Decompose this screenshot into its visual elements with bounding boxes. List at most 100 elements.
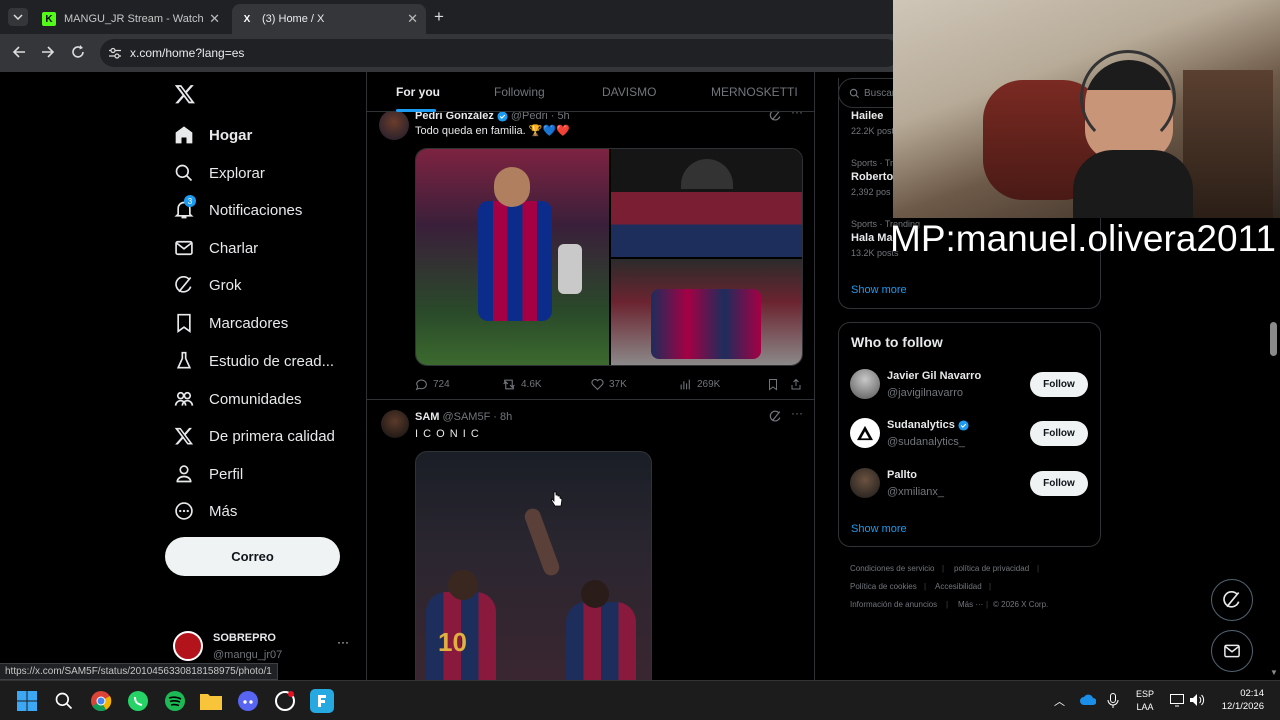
photo-player-trophy[interactable] [416,149,609,365]
follow-button[interactable]: Follow [1030,471,1088,496]
tab-kick-stream[interactable]: K MANGU_JR Stream - Watch Live ✕ [34,4,228,34]
person-body-shape [1073,150,1193,218]
show-hidden-icons[interactable]: ︿ [1054,693,1065,709]
trend-item[interactable]: Sports · Tr Roberto 2,392 pos [851,158,893,197]
x-logo-icon [173,425,195,447]
post-media-photo[interactable]: 10 [415,451,652,680]
app-icon[interactable] [273,689,297,713]
search-icon[interactable] [52,689,76,713]
footer-link[interactable]: Más ··· [958,600,983,609]
follow-suggestion[interactable]: Pallto @xmilianx_ Follow [839,462,1100,506]
discord-icon[interactable] [236,689,260,713]
microphone-icon[interactable] [1107,693,1119,709]
nav-item-premium[interactable]: De primera calidad [173,418,335,454]
footer-divider: | [1037,564,1040,573]
tab-mernosketti[interactable]: MERNOSKETTI [711,85,798,99]
nav-item-communities[interactable]: Comunidades [173,381,302,417]
tab-search-icon[interactable] [8,8,28,26]
onedrive-icon[interactable] [1080,694,1096,705]
forward-icon[interactable] [41,45,55,59]
new-tab-button[interactable]: + [434,7,444,27]
nav-item-bookmarks[interactable]: Marcadores [173,305,288,341]
notification-badge: 3 [184,195,196,207]
nav-item-notifications[interactable]: 3 Notificaciones [173,192,302,228]
reload-icon[interactable] [71,45,85,59]
clock[interactable]: 02:14 12/1/2026 [1216,687,1264,713]
windows-start-icon[interactable] [15,689,39,713]
chrome-icon[interactable] [89,689,113,713]
account-more-icon[interactable]: ··· [337,635,349,649]
grok-icon[interactable] [769,410,782,423]
flask-icon [173,350,195,372]
jersey-shape [478,201,552,321]
taskbar: ︿ ESP LAA 02:14 12/1/2026 [0,680,1280,720]
photo-team-celebration[interactable] [611,149,802,257]
photo-family[interactable] [611,259,802,365]
follow-show-more-link[interactable]: Show more [851,523,907,535]
nav-label: Charlar [209,239,259,257]
volume-icon[interactable] [1189,693,1205,707]
x-logo-icon[interactable] [174,83,196,105]
post-pedri[interactable]: Pedri González @Pedri · 5h ··· Todo qued… [367,102,814,400]
tab-for-you[interactable]: For you [396,85,440,99]
repost-button[interactable]: 4.6K [502,378,542,391]
footer-link[interactable]: Condiciones de servicio [850,564,935,573]
like-button[interactable]: 37K [591,378,627,391]
back-icon[interactable] [12,45,26,59]
nav-item-profile[interactable]: Perfil [173,456,243,492]
footer-link[interactable]: Información de anuncios [850,600,937,609]
footer-link[interactable]: política de privacidad [954,564,1029,573]
follow-suggestion[interactable]: Sudanalytics @sudanalytics_ Follow [839,412,1100,456]
whatsapp-icon[interactable] [126,689,150,713]
post-button[interactable]: Correo [165,537,340,576]
who-to-follow-title: Who to follow [851,334,943,350]
follow-button[interactable]: Follow [1030,421,1088,446]
bookmark-icon[interactable] [767,378,779,391]
tab-x-home[interactable]: X (3) Home / X ✕ [232,4,426,34]
mail-icon [173,237,195,259]
nav-item-messages[interactable]: Charlar [173,230,258,266]
network-icon[interactable] [1170,694,1184,707]
post-sam[interactable]: SAM @SAM5F · 8h ··· I C O N I C 10 [367,401,814,680]
file-explorer-icon[interactable] [199,689,223,713]
spotify-icon[interactable] [163,689,187,713]
scroll-down-icon[interactable]: ▼ [1270,668,1278,677]
trends-show-more-link[interactable]: Show more [851,284,907,296]
views-button[interactable]: 269K [679,378,720,391]
copyright-text: © 2026 X Corp. [993,600,1049,609]
user-handle: @javigilnavarro [887,387,963,399]
nav-item-home[interactable]: Hogar [173,117,252,153]
follow-suggestion[interactable]: Javier Gil Navarro @javigilnavarro Follo… [839,363,1100,407]
nav-item-more[interactable]: Más [173,493,237,529]
scrollbar-thumb[interactable] [1270,322,1277,356]
reply-button[interactable]: 724 [415,378,450,391]
account-switcher[interactable]: SOBREPRO @mangu_jr07 ··· [173,631,353,667]
trend-item[interactable]: Hailee 22.2K posts [851,110,899,136]
nav-item-explore[interactable]: Explorar [173,155,265,191]
tab-davismo[interactable]: DAVISMO [602,85,656,99]
language-indicator[interactable]: ESP LAA [1136,688,1154,714]
app-icon[interactable] [310,689,334,713]
post-time: · 8h [493,411,513,423]
url-text: x.com/home?lang=es [130,46,245,60]
site-info-icon[interactable] [109,47,121,59]
nav-item-creator-studio[interactable]: Estudio de cread... [173,343,334,379]
share-icon[interactable] [790,378,802,391]
post-more-icon[interactable]: ··· [791,406,803,420]
user-name: Javier Gil Navarro [887,370,982,382]
address-bar[interactable]: x.com/home?lang=es [100,39,900,67]
tab-following[interactable]: Following [494,85,545,99]
nav-item-grok[interactable]: Grok [173,267,242,303]
footer-link[interactable]: Política de cookies [850,582,917,591]
grok-float-button[interactable] [1211,579,1253,621]
post-media-grid[interactable] [415,148,803,366]
kick-favicon-icon: K [42,12,56,26]
follow-button[interactable]: Follow [1030,372,1088,397]
clock-time: 02:14 [1240,688,1264,699]
trend-posts: 2,392 pos [851,187,891,197]
messages-float-button[interactable] [1211,630,1253,672]
close-tab-icon[interactable]: ✕ [407,11,418,27]
keyboard-layout: LAA [1136,702,1154,712]
close-tab-icon[interactable]: ✕ [209,11,220,27]
footer-link[interactable]: Accesibilidad [935,582,982,591]
